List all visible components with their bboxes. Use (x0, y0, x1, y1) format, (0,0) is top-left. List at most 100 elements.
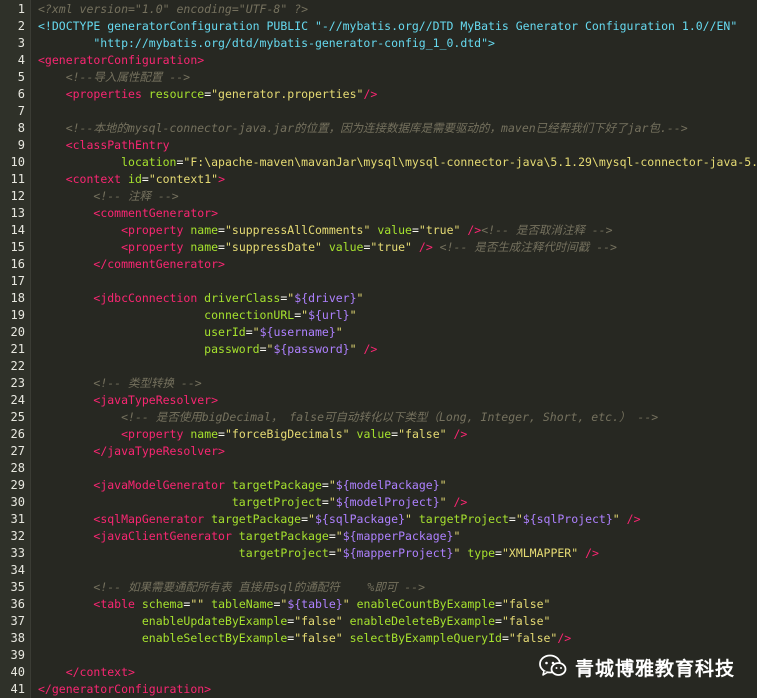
line-number: 6 (17, 87, 25, 101)
code-token: " (439, 478, 447, 492)
line-number: 34 (10, 563, 25, 577)
code-token: = (495, 546, 502, 560)
code-token: "" (190, 597, 205, 611)
code-text: <table schema="" tableName="${table}" en… (38, 596, 757, 613)
code-token: <javaClientGenerator (93, 529, 239, 543)
line-number: 2 (17, 19, 25, 33)
code-line: 24 <javaTypeResolver> (0, 392, 757, 409)
code-line: 16 </commentGenerator> (0, 256, 757, 273)
code-token: " (308, 512, 315, 526)
code-token: = (218, 427, 225, 441)
code-token: name (190, 223, 219, 237)
code-editor[interactable]: 1 <?xml version="1.0" encoding="UTF-8" ?>… (0, 0, 757, 698)
code-text: </javaTypeResolver> (38, 443, 757, 460)
code-text: enableSelectByExample="false" selectByEx… (38, 630, 757, 647)
code-token: /> (619, 512, 641, 526)
line-number: 15 (10, 240, 25, 254)
code-token: = (328, 546, 336, 560)
code-token: /> (446, 495, 468, 509)
code-text: <!DOCTYPE generatorConfiguration PUBLIC … (38, 18, 757, 35)
line-number: 35 (10, 580, 25, 594)
code-token: name (190, 427, 219, 441)
code-token: = (321, 495, 329, 509)
code-token: "generator.properties" (211, 87, 364, 101)
line-number: 7 (17, 104, 25, 118)
code-line: 12 <!-- 注释 --> (0, 188, 757, 205)
code-token: "false" (501, 614, 551, 628)
line-number: 36 (10, 597, 25, 611)
code-token: "forceBigDecimals" (224, 427, 350, 441)
code-token: " (515, 512, 523, 526)
code-token: <!-- 是否生成注释代时间戳 --> (439, 240, 617, 254)
code-text: </commentGenerator> (38, 256, 757, 273)
code-token: = (495, 614, 502, 628)
line-number: 23 (10, 376, 25, 390)
code-line: 17 (0, 273, 757, 290)
code-text: <!-- 类型转换 --> (38, 375, 757, 392)
code-token: " (439, 495, 447, 509)
line-number: 25 (10, 410, 25, 424)
line-number: 9 (17, 138, 25, 152)
code-token: resource (148, 87, 205, 101)
line-number: 27 (10, 444, 25, 458)
code-text: <!-- 是否使用bigDecimal， false可自动转化以下类型（Long… (38, 409, 757, 426)
code-token: "false" (398, 427, 447, 441)
code-token: <property (121, 427, 191, 441)
code-text: <classPathEntry (38, 137, 757, 154)
code-text: enableUpdateByExample="false" enableDele… (38, 613, 757, 630)
code-token: tableName (211, 597, 274, 611)
code-text: location="F:\apache-maven\mavanJar\mysql… (38, 154, 757, 171)
code-line: 31 <sqlMapGenerator targetPackage="${sql… (0, 511, 757, 528)
code-token: password (204, 342, 260, 356)
code-token: <jdbcConnection (93, 291, 205, 305)
code-line: 30 targetProject="${modelProject}" /> (0, 494, 757, 511)
code-token: targetPackage (238, 529, 329, 543)
line-number: 26 (10, 427, 25, 441)
code-token: <!DOCTYPE generatorConfiguration PUBLIC … (38, 19, 738, 33)
line-number: 4 (17, 53, 25, 67)
code-token: /> (460, 223, 482, 237)
code-token: ${mapperProject} (342, 546, 454, 560)
code-token: " (405, 512, 412, 526)
code-token: </javaTypeResolver> (93, 444, 225, 458)
code-token: <!-- 是否取消注释 --> (481, 223, 613, 237)
code-text: targetProject="${modelProject}" /> (38, 494, 757, 511)
code-token: <javaTypeResolver> (93, 393, 219, 407)
code-token: "context1" (148, 172, 219, 186)
line-number: 12 (10, 189, 25, 203)
code-token: <property (121, 223, 191, 237)
code-token: = (218, 223, 225, 237)
code-line: 32 <javaClientGenerator targetPackage="$… (0, 528, 757, 545)
line-number: 40 (10, 665, 25, 679)
code-text: <property name="suppressAllComments" val… (38, 222, 757, 239)
watermark: 青城博雅教育科技 (539, 654, 735, 681)
code-token: <?xml version="1.0" encoding="UTF-8" ?> (38, 2, 309, 16)
code-token: selectByExampleQueryId (349, 631, 502, 645)
code-token: " (356, 291, 364, 305)
code-token: ${driver} (294, 291, 357, 305)
code-text: connectionURL="${url}" (38, 307, 757, 324)
line-number: 16 (10, 257, 25, 271)
code-token: ${username} (259, 325, 336, 339)
code-text: <generatorConfiguration> (38, 52, 757, 69)
line-number: 13 (10, 206, 25, 220)
